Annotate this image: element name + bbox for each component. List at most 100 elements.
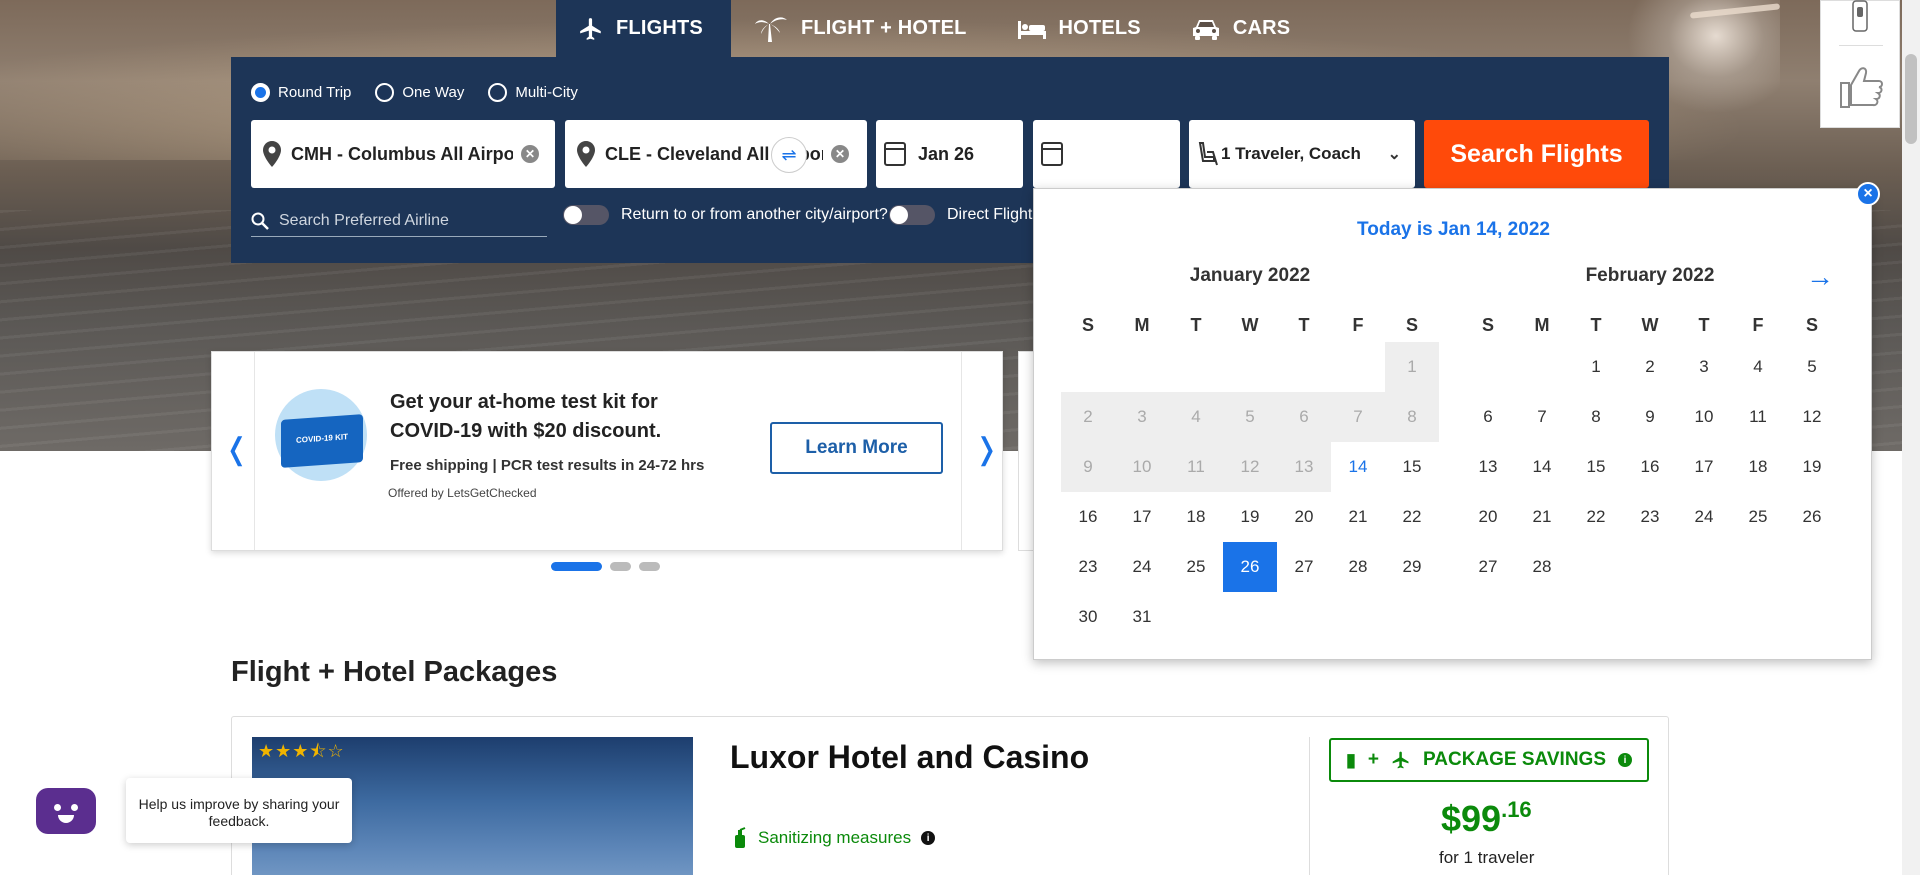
day-cell[interactable]: 31 [1115,592,1169,642]
day-cell[interactable]: 24 [1115,542,1169,592]
trip-round-trip[interactable]: Round Trip [251,83,351,102]
return-date-field[interactable] [1033,120,1180,188]
one-way-radio[interactable] [375,83,395,102]
promo-card: ❬ COVID-19 KIT Get your at-home test kit… [211,351,1003,551]
day-cell[interactable]: 16 [1623,442,1677,492]
day-cell[interactable]: 25 [1731,492,1785,542]
day-cell[interactable]: 21 [1515,492,1569,542]
feedback-bot-icon[interactable] [36,788,96,834]
day-cell[interactable]: 19 [1785,442,1839,492]
month-title: January 2022 [1189,265,1311,286]
tab-cars[interactable]: CARS [1169,0,1318,57]
day-cell[interactable]: 19 [1223,492,1277,542]
carousel-dot[interactable] [551,562,602,571]
day-cell[interactable]: 20 [1277,492,1331,542]
day-cell[interactable]: 11 [1731,392,1785,442]
day-cell: 9 [1061,442,1115,492]
close-icon[interactable]: × [1856,182,1880,206]
destination-field[interactable]: CLE - Cleveland All Airports ✕ [565,120,867,188]
day-cell[interactable]: 18 [1731,442,1785,492]
day-cell[interactable]: 13 [1461,442,1515,492]
day-cell[interactable]: 15 [1569,442,1623,492]
weekday-label: W [1641,315,1659,335]
feedback-bubble[interactable]: Help us improve by sharing your feedback… [126,778,352,843]
page-scrollbar[interactable] [1902,0,1920,875]
multi-city-radio[interactable] [488,83,508,102]
package-card[interactable]: ★★★⯪☆ Luxor Hotel and Casino Sanitizing … [231,716,1669,875]
day-cell[interactable]: 25 [1169,542,1223,592]
info-icon[interactable]: i [921,831,936,845]
day-cell: 4 [1169,392,1223,442]
clear-origin-icon[interactable]: ✕ [521,145,539,163]
tab-flight-hotel[interactable]: FLIGHT + HOTEL [731,0,995,57]
day-cell[interactable]: 22 [1385,492,1439,542]
day-cell[interactable]: 23 [1623,492,1677,542]
day-cell[interactable]: 24 [1677,492,1731,542]
direct-flights-label: Direct Flights [947,206,1041,223]
round-trip-radio[interactable] [251,83,270,102]
date-picker-popup: × Today is Jan 14, 2022 → January 2022 S… [1033,182,1880,660]
promo-next-arrow[interactable]: ❭ [974,432,999,467]
trip-label: Round Trip [278,84,352,101]
thumbs-up-icon[interactable] [1837,63,1885,109]
day-cell[interactable]: 17 [1115,492,1169,542]
day-cell[interactable]: 7 [1515,392,1569,442]
return-other-toggle[interactable] [563,205,609,225]
trip-one-way[interactable]: One Way [375,83,464,102]
day-cell[interactable]: 12 [1785,392,1839,442]
day-cell[interactable]: 22 [1569,492,1623,542]
day-cell[interactable]: 9 [1623,392,1677,442]
direct-flights-toggle[interactable] [889,205,935,225]
swap-airports-button[interactable]: ⇌ [771,137,807,173]
bot-eye [71,804,78,811]
day-cell[interactable]: 30 [1061,592,1115,642]
travelers-select[interactable]: 1 Traveler, Coach ⌄ [1189,120,1415,188]
day-cell[interactable]: 28 [1331,542,1385,592]
day-cell[interactable]: 6 [1461,392,1515,442]
day-cell[interactable]: 23 [1061,542,1115,592]
clear-destination-icon[interactable]: ✕ [831,145,849,163]
tab-flights[interactable]: FLIGHTS [556,0,731,57]
origin-field[interactable]: CMH - Columbus All Airports ✕ [251,120,555,188]
hotel-name[interactable]: Luxor Hotel and Casino [730,739,1089,776]
depart-date-field[interactable]: Jan 26 [876,120,1023,188]
day-cell[interactable]: 14 [1331,442,1385,492]
learn-more-button[interactable]: Learn More [770,422,943,474]
day-cell[interactable]: 27 [1277,542,1331,592]
day-cell[interactable]: 3 [1677,342,1731,392]
search-icon [251,212,269,230]
day-cell[interactable]: 27 [1461,542,1515,592]
day-cell[interactable]: 21 [1331,492,1385,542]
day-cell[interactable]: 5 [1785,342,1839,392]
scrollbar-thumb[interactable] [1905,54,1917,144]
day-cell[interactable]: 2 [1623,342,1677,392]
day-cell[interactable]: 18 [1169,492,1223,542]
day-cell[interactable]: 15 [1385,442,1439,492]
day-cell[interactable]: 29 [1385,542,1439,592]
day-cell[interactable]: 1 [1569,342,1623,392]
day-cell[interactable]: 10 [1677,392,1731,442]
day-cell[interactable]: 20 [1461,492,1515,542]
day-cell[interactable]: 26 [1223,542,1277,592]
day-cell[interactable]: 16 [1061,492,1115,542]
preferred-airline-input[interactable]: Search Preferred Airline [251,205,547,237]
sanitizing-measures[interactable]: Sanitizing measures i [732,827,936,849]
tab-hotels[interactable]: HOTELS [995,0,1169,57]
day-cell[interactable]: 8 [1569,392,1623,442]
luggage-icon[interactable] [1845,0,1875,35]
carousel-dot[interactable] [610,562,631,571]
info-icon[interactable]: i [1618,753,1632,767]
day-cell[interactable]: 17 [1677,442,1731,492]
airplane-icon [580,17,601,40]
trip-multi-city[interactable]: Multi-City [488,83,578,102]
weekday-label: M [1134,315,1150,335]
travelers-value: 1 Traveler, Coach [1221,144,1361,163]
day-cell[interactable]: 14 [1515,442,1569,492]
day-cell[interactable]: 4 [1731,342,1785,392]
day-cell[interactable]: 28 [1515,542,1569,592]
day-cell[interactable]: 26 [1785,492,1839,542]
carousel-dot[interactable] [639,562,660,571]
promo-prev-arrow[interactable]: ❬ [224,432,249,467]
search-flights-button[interactable]: Search Flights [1424,120,1649,188]
carousel-dots [551,562,660,571]
